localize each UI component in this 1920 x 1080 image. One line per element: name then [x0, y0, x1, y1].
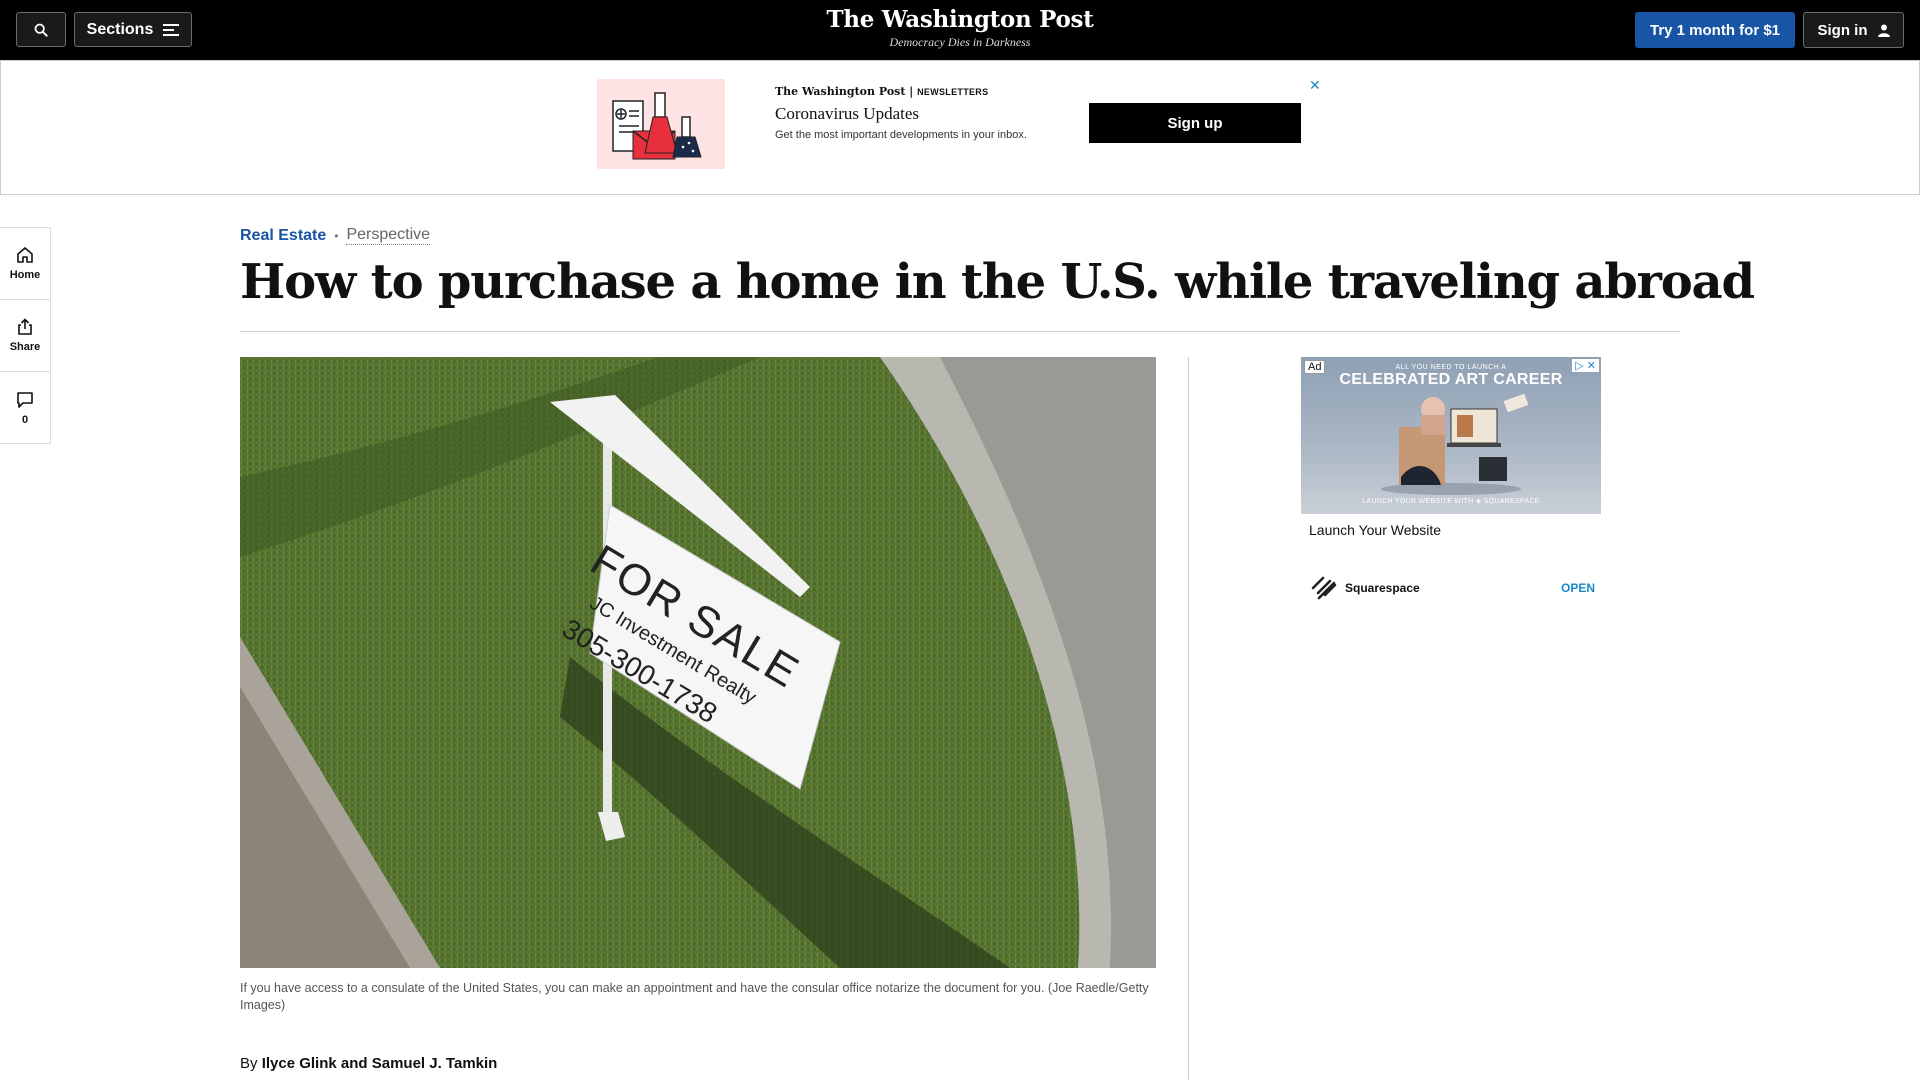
author-names[interactable]: Ilyce Glink and Samuel J. Tamkin — [262, 1055, 498, 1072]
masthead[interactable]: The Washington Post Democracy Dies in Da… — [760, 5, 1160, 49]
perspective-label[interactable]: Perspective — [346, 226, 431, 245]
ad-title[interactable]: Launch Your Website — [1309, 522, 1601, 538]
ad-footer-text: LAUNCH YOUR WEBSITE WITH ◈ SQUARESPACE — [1362, 498, 1540, 505]
home-label: Home — [9, 269, 41, 281]
sections-button[interactable]: Sections — [74, 12, 192, 47]
share-icon — [18, 318, 32, 335]
sections-label: Sections — [86, 20, 154, 38]
ad-image[interactable]: ALL YOU NEED TO LAUNCH A CELEBRATED ART … — [1301, 357, 1601, 514]
byline: By Ilyce Glink and Samuel J. Tamkin — [240, 1055, 497, 1072]
article-photo[interactable]: FOR SALE JC Investment Realty 305-300-17… — [240, 357, 1156, 968]
comment-icon — [17, 391, 33, 408]
photo-caption: If you have access to a consulate of the… — [240, 981, 1149, 1012]
left-action-rail: Home Share 0 — [0, 227, 51, 444]
share-button[interactable]: Share — [0, 300, 50, 372]
newsletter-illustration — [597, 79, 725, 169]
comments-button[interactable]: 0 — [0, 372, 50, 444]
ad-badge: Ad — [1304, 360, 1326, 374]
subscribe-button[interactable]: Try 1 month for $1 — [1635, 12, 1795, 48]
adchoices-icon: ▷ — [1575, 360, 1584, 372]
sign-in-label: Sign in — [1817, 21, 1868, 39]
headline-divider — [240, 331, 1680, 332]
home-button[interactable]: Home — [0, 228, 50, 300]
comments-count: 0 — [21, 413, 29, 426]
newsletter-description: Get the most important developments in y… — [775, 129, 1027, 141]
newsletter-text: The Washington Post | NEWSLETTERS Corona… — [775, 85, 1027, 141]
newsletter-ad-banner: The Washington Post | NEWSLETTERS Corona… — [0, 60, 1920, 195]
sidebar-ad[interactable]: ALL YOU NEED TO LAUNCH A CELEBRATED ART … — [1301, 357, 1601, 608]
close-icon[interactable]: ✕ — [1309, 77, 1321, 94]
newsletter-brand: The Washington Post | NEWSLETTERS — [775, 85, 989, 98]
search-button[interactable] — [16, 12, 66, 47]
search-icon — [34, 23, 48, 37]
article-kicker: Real Estate • Perspective — [240, 226, 431, 245]
squarespace-logo-icon — [1311, 576, 1337, 600]
column-divider — [1188, 357, 1189, 1080]
ad-open-button[interactable]: OPEN — [1561, 581, 1595, 595]
sign-in-button[interactable]: Sign in — [1803, 12, 1904, 48]
user-icon — [1877, 24, 1890, 37]
ad-footer: Squarespace OPEN — [1301, 568, 1601, 608]
ad-brand[interactable]: Squarespace — [1309, 576, 1420, 600]
top-navigation-bar: Sections The Washington Post Democracy D… — [0, 0, 1920, 60]
ad-brand-name: Squarespace — [1345, 581, 1420, 595]
home-icon — [17, 247, 33, 263]
menu-icon — [163, 23, 180, 36]
section-link[interactable]: Real Estate — [240, 227, 326, 245]
newsletter-title: Coronavirus Updates — [775, 104, 920, 123]
byline-prefix: By — [240, 1055, 258, 1072]
tagline: Democracy Dies in Darkness — [889, 35, 1031, 49]
wapo-logo: The Washington Post — [826, 6, 1094, 33]
newsletter-signup-button[interactable]: Sign up — [1089, 103, 1301, 143]
close-icon[interactable]: ▷ ✕ — [1572, 359, 1599, 372]
kicker-separator: • — [334, 228, 339, 243]
article-headline: How to purchase a home in the U.S. while… — [240, 254, 1755, 310]
share-label: Share — [9, 341, 41, 353]
